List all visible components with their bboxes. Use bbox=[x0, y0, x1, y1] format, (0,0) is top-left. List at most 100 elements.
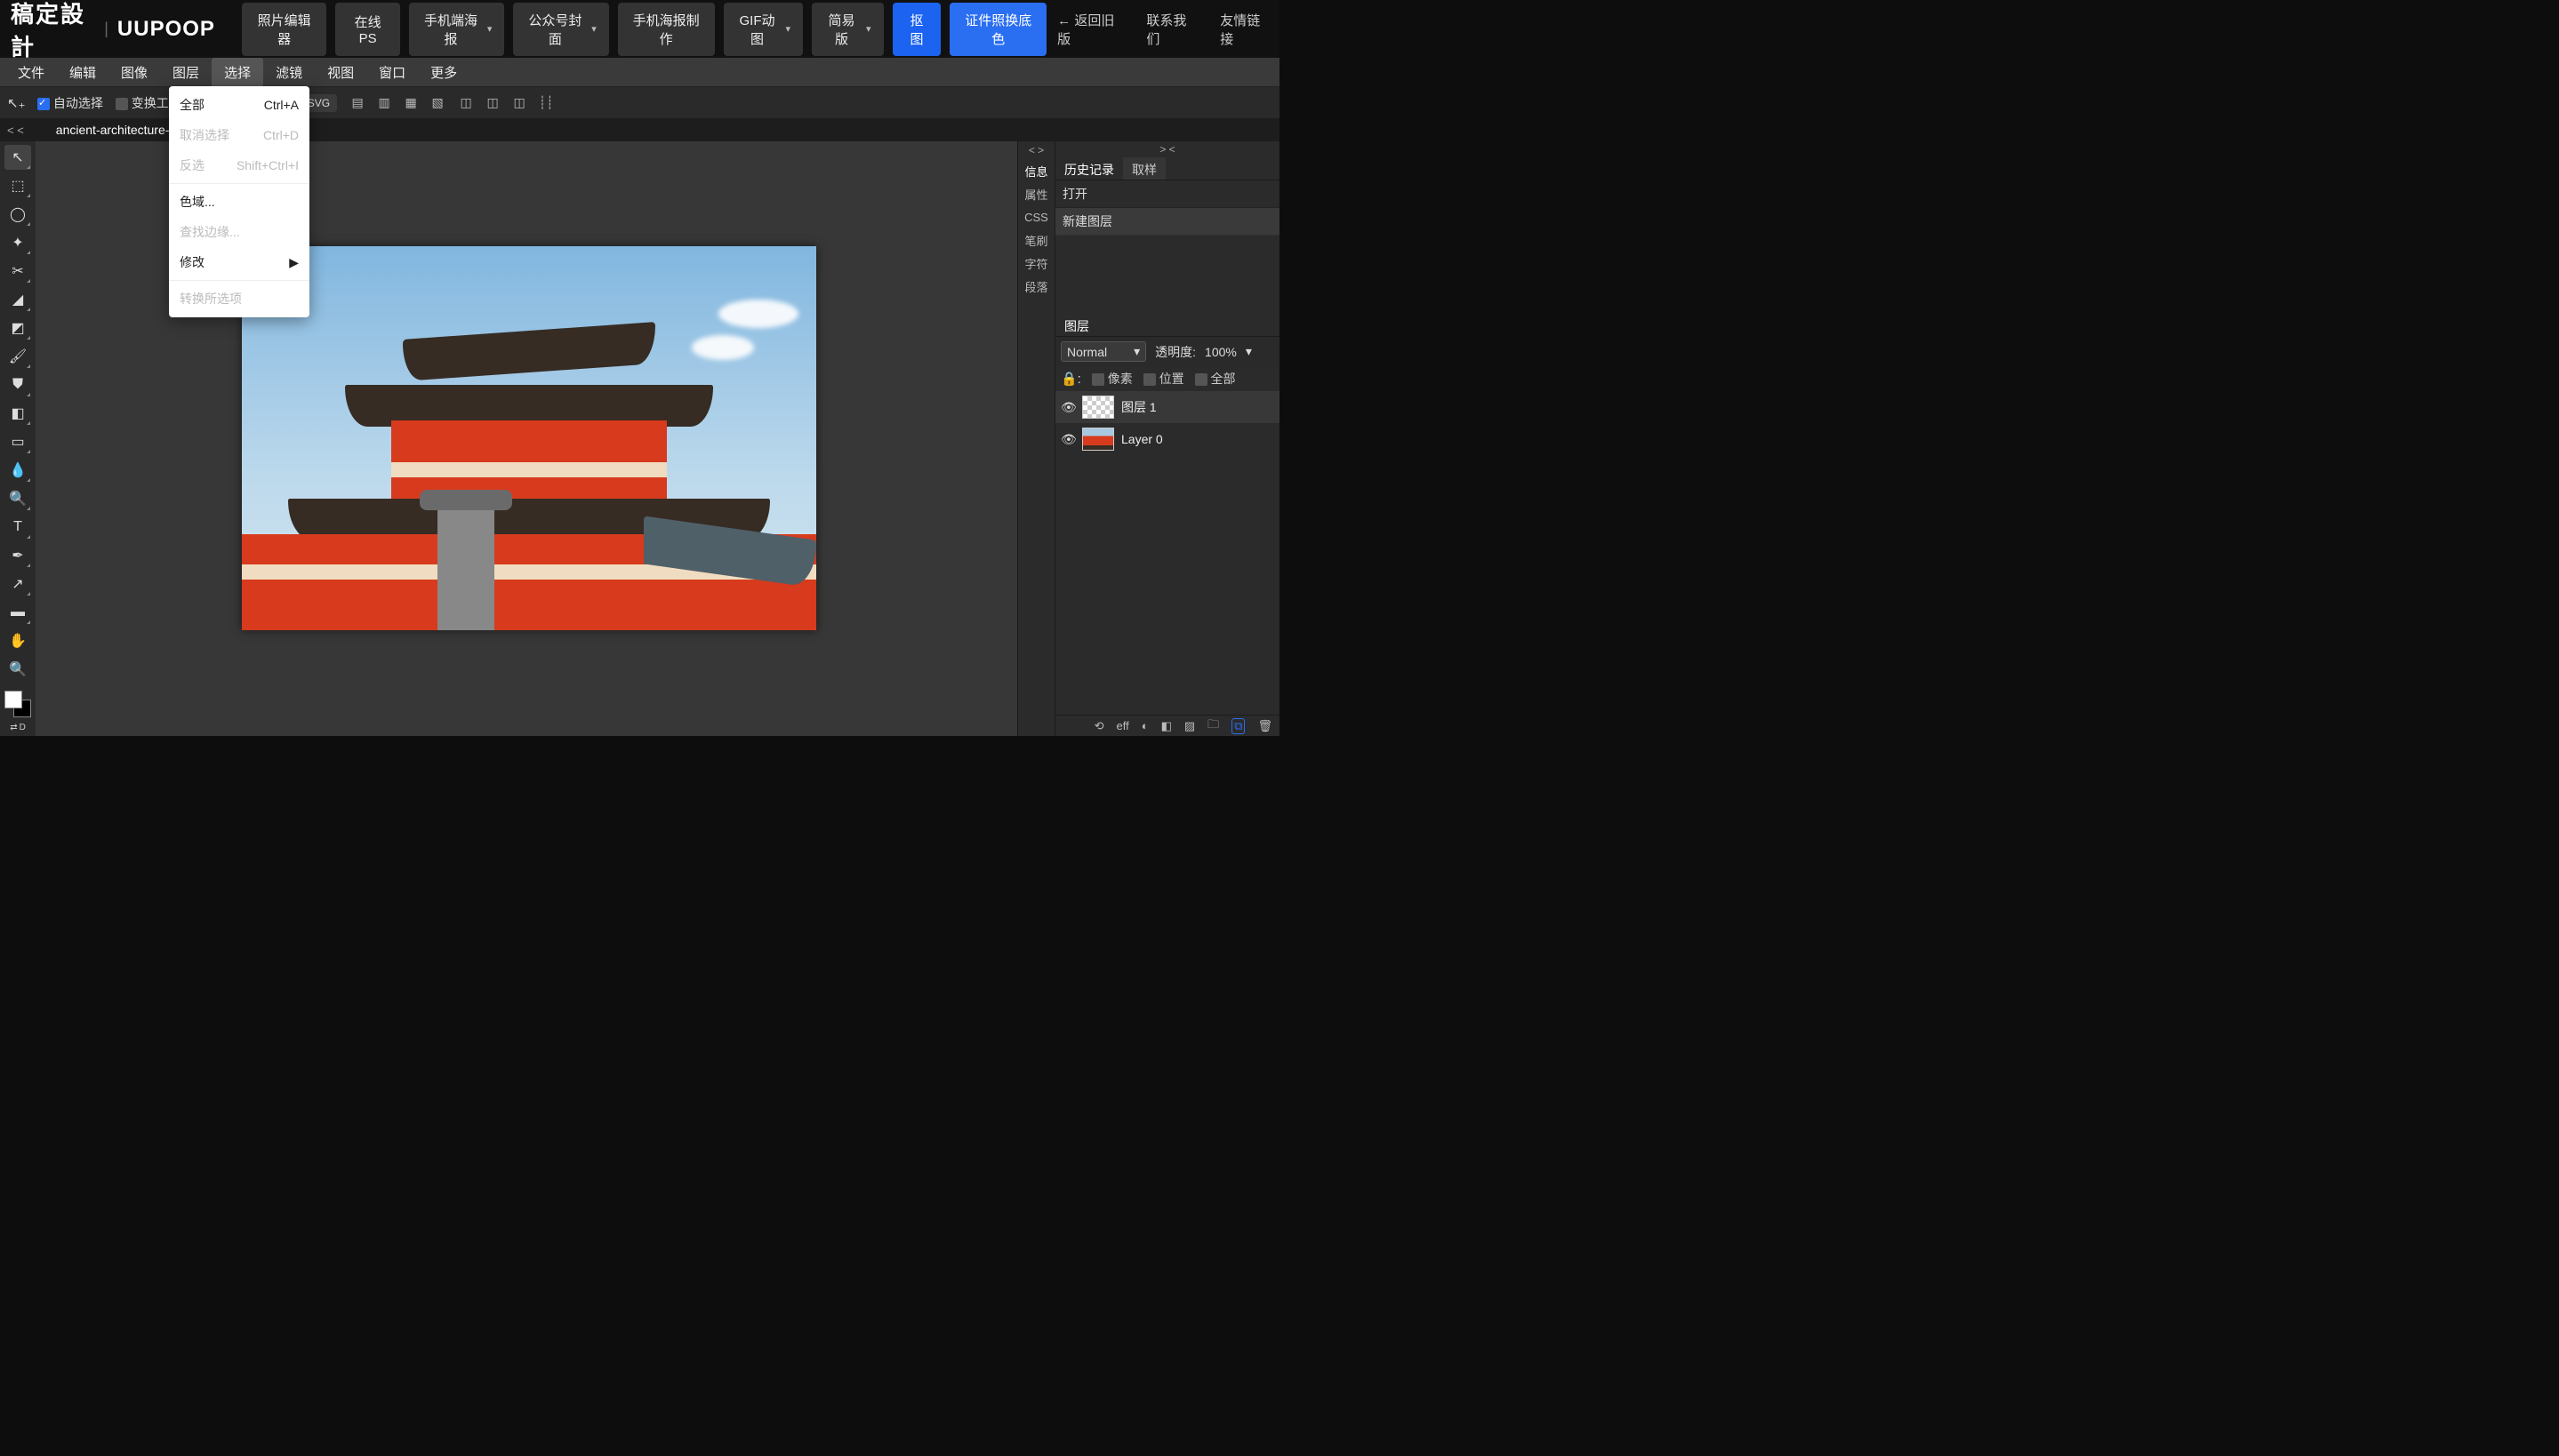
eraser-tool[interactable]: ◧ bbox=[4, 401, 31, 426]
blur-tool[interactable]: 💧 bbox=[4, 458, 31, 483]
top-btn-idphoto[interactable]: 证件照换底色 bbox=[950, 3, 1047, 56]
move-tool[interactable]: ↖ bbox=[4, 145, 31, 170]
auto-select-check[interactable]: 自动选择 bbox=[37, 94, 103, 112]
hand-tool[interactable]: ✋ bbox=[4, 628, 31, 653]
folder-icon[interactable]: 🗀 bbox=[1207, 716, 1219, 736]
friend-links[interactable]: 友情链接 bbox=[1220, 11, 1269, 48]
layers-head: Normal▾ 透明度: 100% ▾ bbox=[1055, 337, 1280, 366]
adjust-icon[interactable]: ◧ bbox=[1161, 719, 1172, 733]
history-row[interactable]: 打开 bbox=[1055, 180, 1280, 208]
opacity-value[interactable]: 100% bbox=[1205, 345, 1237, 359]
align-icons: ▤ ▥ ▦ ▧ bbox=[349, 95, 445, 111]
menu-transform-selection[interactable]: 转换所选项 bbox=[169, 284, 309, 314]
menu-modify[interactable]: 修改▶ bbox=[169, 247, 309, 277]
top-btn-easy[interactable]: 简易版▾ bbox=[812, 3, 884, 56]
dist-2-icon[interactable]: ◫ bbox=[485, 95, 501, 111]
tab-layers[interactable]: 图层 bbox=[1055, 314, 1098, 336]
layer-name[interactable]: Layer 0 bbox=[1121, 432, 1163, 446]
dist-4-icon[interactable]: ┊┊ bbox=[538, 95, 554, 111]
lasso-tool[interactable]: ◯ bbox=[4, 202, 31, 227]
color-swatch[interactable] bbox=[4, 691, 31, 717]
path-tool[interactable]: ↗ bbox=[4, 572, 31, 596]
tab-para[interactable]: 段落 bbox=[1018, 275, 1055, 298]
trash-icon[interactable]: 🗑 bbox=[1257, 719, 1272, 733]
menu-layer[interactable]: 图层 bbox=[160, 58, 212, 87]
mask-icon[interactable]: ◐ bbox=[1142, 719, 1149, 732]
text-tool[interactable]: T bbox=[4, 515, 31, 540]
menu-find-edges[interactable]: 查找边缘... bbox=[169, 217, 309, 247]
crop-tool[interactable]: ✂ bbox=[4, 259, 31, 284]
caret-icon[interactable]: ▾ bbox=[1246, 344, 1252, 359]
select-menu-dropdown: 全部Ctrl+A 取消选择Ctrl+D 反选Shift+Ctrl+I 色域...… bbox=[169, 86, 309, 317]
gradient-tool[interactable]: ▭ bbox=[4, 429, 31, 454]
shape-tool[interactable]: ▬ bbox=[4, 600, 31, 625]
lock-pixel[interactable]: 像素 bbox=[1092, 370, 1133, 388]
layer-lock-row: 🔒: 像素 位置 全部 bbox=[1055, 366, 1280, 391]
align-center-icon[interactable]: ▥ bbox=[376, 95, 392, 111]
align-right-icon[interactable]: ▦ bbox=[403, 95, 419, 111]
layer-row[interactable]: 👁 Layer 0 bbox=[1055, 423, 1280, 455]
history-row[interactable]: 新建图层 bbox=[1055, 208, 1280, 236]
pen-tool[interactable]: ✒ bbox=[4, 543, 31, 568]
menu-inverse[interactable]: 反选Shift+Ctrl+I bbox=[169, 150, 309, 180]
panel-collapse-icon[interactable]: < > bbox=[1018, 141, 1055, 159]
top-btn-cutout[interactable]: 抠图 bbox=[893, 3, 942, 56]
tab-history[interactable]: 历史记录 bbox=[1055, 157, 1123, 180]
visibility-icon[interactable]: 👁 bbox=[1061, 400, 1075, 415]
blend-mode-select[interactable]: Normal▾ bbox=[1061, 341, 1146, 362]
top-btn-wechat-cover[interactable]: 公众号封面▾ bbox=[513, 3, 608, 56]
fx-icon[interactable]: eff bbox=[1117, 719, 1129, 732]
menu-select[interactable]: 选择 bbox=[212, 58, 263, 87]
menu-deselect[interactable]: 取消选择Ctrl+D bbox=[169, 120, 309, 150]
transform-check[interactable]: 变换工 bbox=[116, 94, 169, 112]
tab-sample[interactable]: 取样 bbox=[1123, 157, 1166, 180]
menu-view[interactable]: 视图 bbox=[315, 58, 366, 87]
contact-link[interactable]: 联系我们 bbox=[1146, 11, 1195, 48]
canvas[interactable] bbox=[242, 246, 816, 630]
menu-color-range[interactable]: 色域... bbox=[169, 187, 309, 217]
layer-row[interactable]: 👁 图层 1 bbox=[1055, 391, 1280, 423]
tab-info[interactable]: 信息 bbox=[1018, 159, 1055, 182]
link-icon[interactable]: ⟲ bbox=[1095, 719, 1104, 733]
tab-css[interactable]: CSS bbox=[1018, 205, 1055, 228]
lock-pos[interactable]: 位置 bbox=[1143, 370, 1184, 388]
top-btn-mobile-poster[interactable]: 手机端海报▾ bbox=[409, 3, 504, 56]
layer-thumb[interactable] bbox=[1082, 428, 1114, 451]
stamp-tool[interactable]: ⛊ bbox=[4, 372, 31, 397]
tab-char[interactable]: 字符 bbox=[1018, 252, 1055, 275]
panel-collapse-right-icon[interactable]: > < bbox=[1055, 141, 1280, 157]
lock-all[interactable]: 全部 bbox=[1195, 370, 1236, 388]
menu-select-all[interactable]: 全部Ctrl+A bbox=[169, 90, 309, 120]
layer-thumb[interactable] bbox=[1082, 396, 1114, 419]
new-layer-icon[interactable]: ⧉ bbox=[1231, 718, 1245, 734]
align-top-icon[interactable]: ▧ bbox=[429, 95, 445, 111]
menu-edit[interactable]: 编辑 bbox=[57, 58, 108, 87]
menu-file[interactable]: 文件 bbox=[5, 58, 57, 87]
wand-tool[interactable]: ✦ bbox=[4, 230, 31, 255]
top-btn-gif[interactable]: GIF动图▾ bbox=[724, 3, 803, 56]
align-left-icon[interactable]: ▤ bbox=[349, 95, 365, 111]
menu-more[interactable]: 更多 bbox=[418, 58, 469, 87]
fg-color-swatch[interactable] bbox=[4, 691, 22, 708]
tab-brush[interactable]: 笔刷 bbox=[1018, 228, 1055, 252]
layer-name[interactable]: 图层 1 bbox=[1121, 398, 1157, 416]
dodge-tool[interactable]: 🔍 bbox=[4, 486, 31, 511]
dist-3-icon[interactable]: ◫ bbox=[511, 95, 527, 111]
patch-tool[interactable]: ◩ bbox=[4, 316, 31, 340]
visibility-icon[interactable]: 👁 bbox=[1061, 432, 1075, 447]
top-btn-mobile-poster-make[interactable]: 手机海报制作 bbox=[618, 3, 715, 56]
menu-image[interactable]: 图像 bbox=[108, 58, 160, 87]
menu-filter[interactable]: 滤镜 bbox=[263, 58, 315, 87]
group-icon[interactable]: ▨ bbox=[1184, 719, 1195, 733]
eyedropper-tool[interactable]: ◢ bbox=[4, 287, 31, 312]
back-to-old-link[interactable]: ← 返回旧版 bbox=[1057, 11, 1121, 48]
dist-1-icon[interactable]: ◫ bbox=[458, 95, 474, 111]
menu-window[interactable]: 窗口 bbox=[366, 58, 418, 87]
zoom-tool[interactable]: 🔍 bbox=[4, 657, 31, 682]
top-btn-online-ps[interactable]: 在线PS bbox=[335, 3, 400, 56]
top-btn-photo-editor[interactable]: 照片编辑器 bbox=[242, 3, 326, 56]
tab-properties[interactable]: 属性 bbox=[1018, 182, 1055, 205]
doc-chevron-icon[interactable]: < < bbox=[7, 124, 24, 137]
marquee-tool[interactable]: ⬚ bbox=[4, 173, 31, 198]
brush-tool[interactable]: 🖌 bbox=[4, 344, 31, 369]
